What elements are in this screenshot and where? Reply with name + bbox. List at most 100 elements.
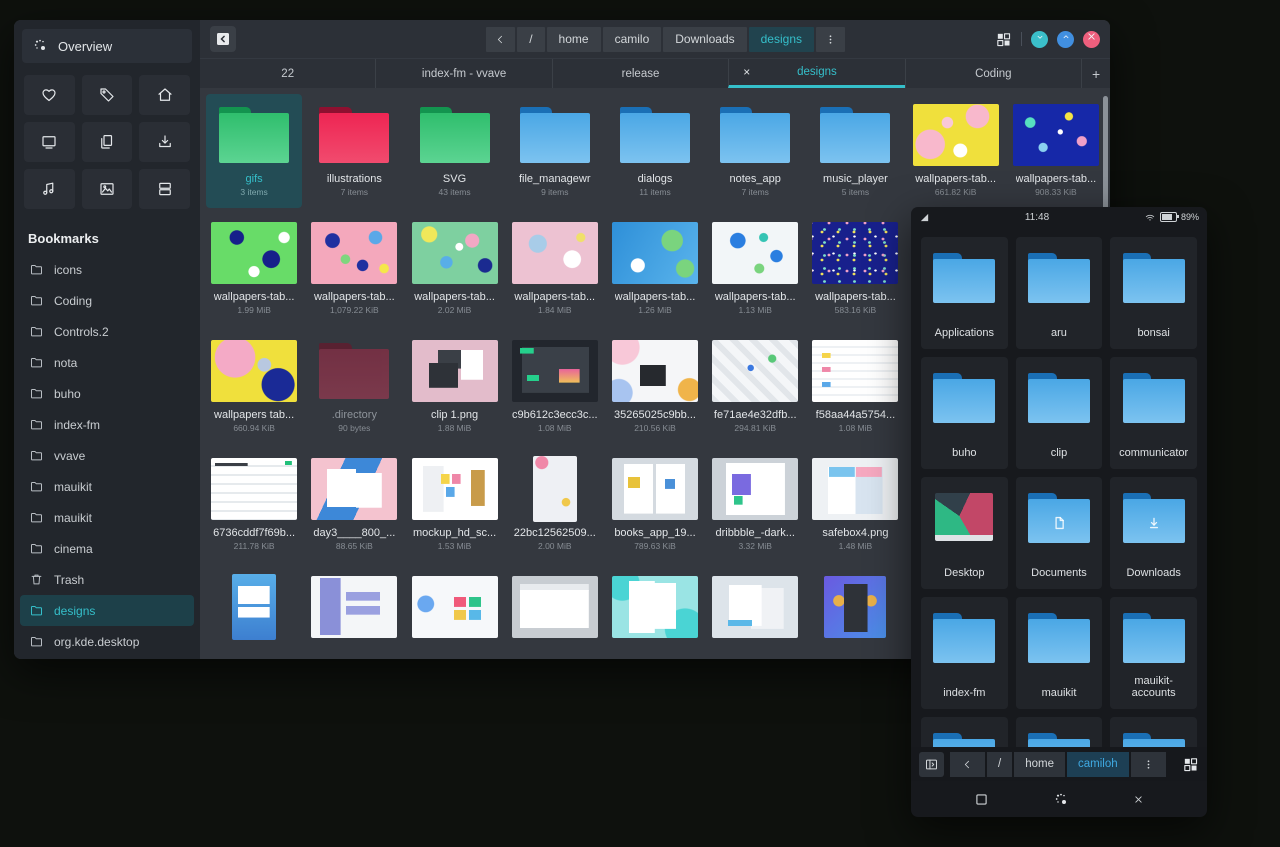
file-item[interactable] — [306, 566, 402, 659]
file-item-c9b612c3ecc3c[interactable]: c9b612c3ecc3c...1.08 MiB — [507, 330, 603, 444]
file-item-fe71ae4e32dfb[interactable]: fe71ae4e32dfb...294.81 KiB — [707, 330, 803, 444]
sidebar-item-Trash[interactable]: Trash — [20, 564, 194, 595]
file-item-35265025c9bb[interactable]: 35265025c9bb...210.56 KiB — [607, 330, 703, 444]
quick-tag-button[interactable] — [82, 75, 133, 115]
back-close-button[interactable] — [1132, 793, 1145, 806]
mobile-folder-clip[interactable]: clip — [1016, 357, 1103, 469]
quick-music-button[interactable] — [24, 169, 75, 209]
mobile-folder-communicator[interactable]: communicator — [1110, 357, 1197, 469]
minimize-button[interactable] — [1031, 31, 1048, 48]
file-item[interactable] — [807, 566, 903, 659]
tab-index-fm---vvave[interactable]: index-fm - vvave — [375, 59, 551, 88]
mobile-folder-aru[interactable]: aru — [1016, 237, 1103, 349]
file-item-wallpaperstab[interactable]: wallpapers-tab...1,079.22 KiB — [306, 212, 402, 326]
mobile-folder-partial[interactable] — [1016, 717, 1103, 747]
sidebar-item-nota[interactable]: nota — [20, 347, 194, 378]
quick-heart-button[interactable] — [24, 75, 75, 115]
sidebar-item-icons[interactable]: icons — [20, 254, 194, 285]
tab-Coding[interactable]: Coding — [905, 59, 1081, 88]
file-item-wallpaperstab[interactable]: wallpapers-tab...1.99 MiB — [206, 212, 302, 326]
folder-item-illustrations[interactable]: illustrations7 items — [306, 94, 402, 208]
tab-release[interactable]: release — [552, 59, 728, 88]
folder-item-dialogs[interactable]: dialogs11 items — [607, 94, 703, 208]
view-toggle-icon[interactable] — [995, 31, 1012, 48]
sidebar-item-Controls.2[interactable]: Controls.2 — [20, 316, 194, 347]
file-item-wallpaperstab[interactable]: wallpapers-tab...908.33 KiB — [1008, 94, 1104, 208]
mobile-folder-indexfm[interactable]: index-fm — [921, 597, 1008, 709]
quick-drives-button[interactable] — [139, 169, 190, 209]
mobile-folder-Desktop[interactable]: Desktop — [921, 477, 1008, 589]
quick-home-button[interactable] — [139, 75, 190, 115]
file-item[interactable] — [507, 566, 603, 659]
recents-button[interactable] — [973, 791, 990, 808]
sidebar-item-index-fm[interactable]: index-fm — [20, 409, 194, 440]
file-item-22bc12562509[interactable]: 22bc12562509...2.00 MiB — [507, 448, 603, 562]
mobile-menu-button[interactable] — [1131, 752, 1166, 777]
breadcrumb-menu-button[interactable] — [816, 27, 845, 52]
folder-item-gifs[interactable]: gifs3 items — [206, 94, 302, 208]
breadcrumb-segment-Downloads[interactable]: Downloads — [663, 27, 746, 52]
file-item-dribbbledark[interactable]: dribbble_-dark...3.32 MiB — [707, 448, 803, 562]
new-tab-button[interactable]: + — [1081, 59, 1110, 88]
mobile-view-toggle-icon[interactable] — [1182, 756, 1199, 773]
file-item-wallpaperstab[interactable]: wallpapers-tab...2.02 MiB — [406, 212, 502, 326]
mobile-folder-partial[interactable] — [1110, 717, 1197, 747]
mobile-folder-Applications[interactable]: Applications — [921, 237, 1008, 349]
folder-item-musicplayer[interactable]: music_player5 items — [807, 94, 903, 208]
file-item[interactable] — [607, 566, 703, 659]
file-item-6736cddf7f69b[interactable]: 6736cddf7f69b...211.78 KiB — [206, 448, 302, 562]
file-item-wallpaperstab[interactable]: wallpapers tab...660.94 KiB — [206, 330, 302, 444]
quick-pages-button[interactable] — [82, 122, 133, 162]
file-item-clip1png[interactable]: clip 1.png1.88 MiB — [406, 330, 502, 444]
breadcrumb-segment-designs[interactable]: designs — [749, 27, 814, 52]
breadcrumb-segment-camilo[interactable]: camilo — [603, 27, 662, 52]
mobile-folder-Downloads[interactable]: Downloads — [1110, 477, 1197, 589]
file-item-wallpaperstab[interactable]: wallpapers-tab...1.84 MiB — [507, 212, 603, 326]
sidebar-item-vvave[interactable]: vvave — [20, 440, 194, 471]
quick-download-button[interactable] — [139, 122, 190, 162]
app-icon-button[interactable] — [210, 26, 236, 52]
mobile-folder-partial[interactable] — [921, 717, 1008, 747]
mobile-folder-buho[interactable]: buho — [921, 357, 1008, 469]
home-dots-button[interactable] — [1053, 791, 1069, 807]
folder-item-filemanagewr[interactable]: file_managewr9 items — [507, 94, 603, 208]
file-item-wallpaperstab[interactable]: wallpapers-tab...1.26 MiB — [607, 212, 703, 326]
quick-image-button[interactable] — [82, 169, 133, 209]
maximize-button[interactable] — [1057, 31, 1074, 48]
sidebar-item-mauikit[interactable]: mauikit — [20, 471, 194, 502]
mobile-breadcrumb-segment-[interactable]: / — [987, 752, 1012, 777]
file-item-wallpaperstab[interactable]: wallpapers-tab...661.82 KiB — [908, 94, 1004, 208]
file-item[interactable] — [707, 566, 803, 659]
file-item-mockuphdsc[interactable]: mockup_hd_sc...1.53 MiB — [406, 448, 502, 562]
back-button[interactable] — [486, 27, 515, 52]
sidebar-item-Coding[interactable]: Coding — [20, 285, 194, 316]
close-button[interactable] — [1083, 31, 1100, 48]
sidebar-toggle-button[interactable] — [919, 752, 944, 777]
mobile-folder-bonsai[interactable]: bonsai — [1110, 237, 1197, 349]
folder-item-SVG[interactable]: SVG43 items — [406, 94, 502, 208]
file-item-day3800[interactable]: day3____800_...88.65 KiB — [306, 448, 402, 562]
file-item[interactable] — [406, 566, 502, 659]
overview-header[interactable]: Overview — [22, 29, 192, 63]
tab-designs[interactable]: ×designs — [728, 59, 904, 88]
mobile-folder-mauikit[interactable]: mauikit — [1016, 597, 1103, 709]
breadcrumb-segment-[interactable]: / — [517, 27, 544, 52]
breadcrumb-segment-home[interactable]: home — [547, 27, 601, 52]
sidebar-item-mauikit[interactable]: mauikit — [20, 502, 194, 533]
mobile-folder-mauikitaccounts[interactable]: mauikit-accounts — [1110, 597, 1197, 709]
sidebar-item-cinema[interactable]: cinema — [20, 533, 194, 564]
tab-22[interactable]: 22 — [200, 59, 375, 88]
mobile-breadcrumb-segment-home[interactable]: home — [1014, 752, 1065, 777]
file-item-booksapp19[interactable]: books_app_19...789.63 KiB — [607, 448, 703, 562]
folder-item-directory[interactable]: .directory90 bytes — [306, 330, 402, 444]
file-item[interactable] — [206, 566, 302, 659]
mobile-folder-Documents[interactable]: Documents — [1016, 477, 1103, 589]
mobile-back-button[interactable] — [950, 752, 985, 777]
quick-desktop-button[interactable] — [24, 122, 75, 162]
file-item-wallpaperstab[interactable]: wallpapers-tab...1.13 MiB — [707, 212, 803, 326]
file-item-safebox4png[interactable]: safebox4.png1.48 MiB — [807, 448, 903, 562]
mobile-breadcrumb-segment-camiloh[interactable]: camiloh — [1067, 752, 1129, 777]
folder-item-notesapp[interactable]: notes_app7 items — [707, 94, 803, 208]
sidebar-item-org.kde.desktop[interactable]: org.kde.desktop — [20, 626, 194, 657]
sidebar-item-designs[interactable]: designs — [20, 595, 194, 626]
